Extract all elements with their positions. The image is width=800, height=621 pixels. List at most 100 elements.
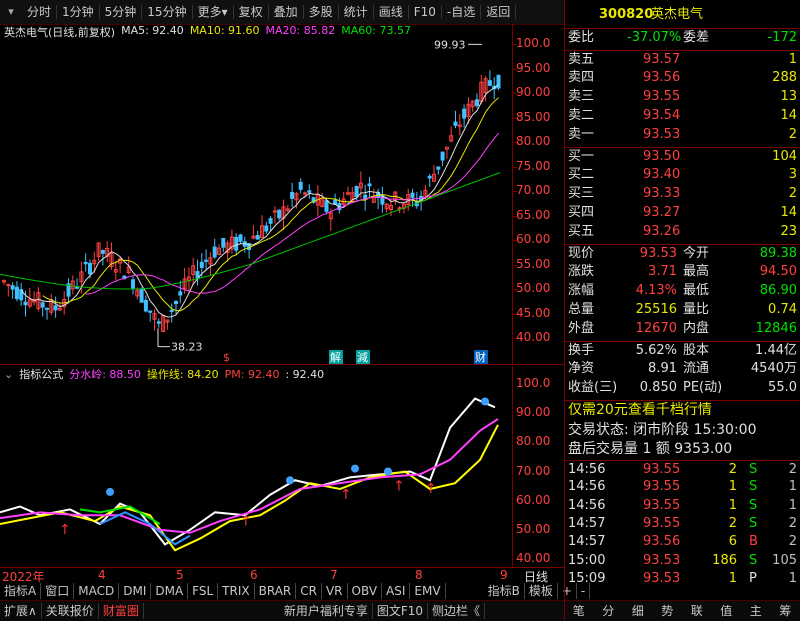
candle-body [436,166,441,170]
order-volume: 13 [780,89,797,104]
status-bar-item[interactable]: 扩展∧ [0,603,42,619]
indicator-tab[interactable]: FSL [188,583,219,599]
indicator-tab[interactable]: EMV [410,583,446,599]
price-tick-mark [513,240,517,241]
status-bar-item[interactable]: 财富圈 [99,603,144,619]
stat-value: 0.850 [639,380,677,395]
back-button[interactable]: 返回 [481,5,517,19]
statistics-button[interactable]: 统计 [339,5,374,19]
indicator-tab[interactable]: VR [322,583,348,599]
candle-body [290,191,295,199]
candle-body [427,175,432,179]
sell-level-row: 卖三 93.55 13 [565,88,800,106]
order-level-label: 卖一 [568,127,595,142]
indicator-tab[interactable]: CR [296,583,322,599]
price-tick-mark [513,68,517,70]
price-tick-mark [513,264,517,266]
stat-value: 94.50 [759,264,797,279]
f10-button[interactable]: F10 [409,5,442,19]
quote-stat-row: 净资 8.91 流通 4540万 [565,360,800,378]
order-volume: 1 [788,52,797,67]
tick-count: 2 [788,462,797,477]
tick-price: 93.55 [643,497,681,513]
indicator-chart[interactable]: ↑ ↑ ↑ ↑ ↑ [0,366,512,568]
price-tick-label: 60.00 [516,232,551,246]
indicator-tab[interactable]: 指标B [484,583,525,599]
quote-stat-row: 涨跌 3.71 最高 94.50 [565,263,800,281]
tick-volume: 1 [728,570,737,586]
stat-label: 涨跌 [568,264,595,279]
tick-row: 14:57 93.56 6 B 2 [565,533,800,551]
candle-body [148,310,153,313]
tick-row: 14:56 93.55 1 S 1 [565,478,800,496]
event-marker-label: 解 [330,350,341,364]
order-level-label: 买一 [568,149,595,164]
tab-15min[interactable]: 15分钟 [142,5,193,19]
candlestick-chart[interactable]: 99.93 38.23 $ 解 減 财 [0,24,512,364]
buy-level-row: 买一 93.50 104 [565,147,800,166]
order-level-label: 买三 [568,186,595,201]
candle-body [169,309,174,312]
price-tick-label: 75.00 [516,158,551,173]
stat-label: 最高 [683,264,710,279]
indicator-tab[interactable]: TRIX [218,583,255,599]
indicator-tab[interactable]: 窗口 [41,583,75,599]
indicator-tab[interactable]: DMI [119,583,152,599]
candle-body [212,246,217,258]
multi-stock-button[interactable]: 多股 [304,5,339,19]
draw-line-button[interactable]: 画线 [374,5,409,19]
order-price: 93.57 [643,52,681,67]
tick-price: 93.53 [643,570,681,586]
indicator-tab[interactable]: 指标A [0,583,42,599]
order-level-label: 卖五 [568,52,595,67]
candle-body [131,279,135,289]
overlay-button[interactable]: 叠加 [269,5,304,19]
indicator-tick-label: 100.0 [516,376,551,390]
tick-side: S [749,515,758,531]
date-tick-label: 6 [250,568,258,582]
status-bar-item[interactable]: 新用户福利专享 [280,603,373,619]
candle-body [462,108,467,119]
candle-body [440,151,445,161]
stat-value: 86.90 [759,283,797,298]
chevron-down-icon[interactable]: ▾ [4,5,18,19]
tick-volume: 2 [728,515,737,531]
tab-5min[interactable]: 5分钟 [100,5,143,19]
price-tick-mark [513,191,517,192]
indicator-tab[interactable]: BRAR [255,583,297,599]
restore-rights-button[interactable]: 复权 [234,5,269,19]
price-tick-mark [513,338,517,339]
candle-body [264,225,269,232]
watchlist-button[interactable]: -自选 [442,5,482,19]
promo-link[interactable]: 仅需20元查看千档行情 [568,401,712,419]
price-tick-mark [513,142,517,143]
order-price: 93.53 [643,127,681,142]
indicator-tab[interactable]: MACD [74,583,120,599]
candle-body [53,305,58,311]
status-bar-item[interactable]: 图文F10 [373,603,429,619]
price-tick-label: 45.00 [516,305,551,320]
ma10-line [42,97,499,312]
indicator-tab[interactable]: 模板 [525,583,558,599]
tick-time: 14:57 [568,534,606,550]
tab-more[interactable]: 更多▾ [193,5,234,19]
indicator-tab[interactable]: OBV [348,583,383,599]
candle-body [277,209,282,219]
quote-stat-row: 现价 93.53 今开 89.38 [565,244,800,263]
stat-label: 流通 [683,361,710,376]
tab-1min[interactable]: 1分钟 [57,5,100,19]
candle-body [324,200,329,212]
buy-level-row: 买四 93.27 14 [565,204,800,222]
ma5-line [20,84,499,318]
status-bar-item[interactable]: 侧边栏《 [428,603,486,619]
tick-count: 1 [788,570,797,586]
indicator-axis: 100.0 90.00 80.00 70.00 60.00 50.00 40.00 [512,366,565,568]
indicator-tab[interactable]: DMA [151,583,189,599]
stat-label: 换手 [568,343,595,358]
candle-body [363,194,368,199]
tab-intraday[interactable]: 分时 [22,5,58,19]
candle-body [487,80,492,86]
indicator-tab[interactable]: ASI [382,583,411,599]
status-bar-item[interactable]: 关联报价 [42,603,99,619]
candle-body [45,307,49,310]
